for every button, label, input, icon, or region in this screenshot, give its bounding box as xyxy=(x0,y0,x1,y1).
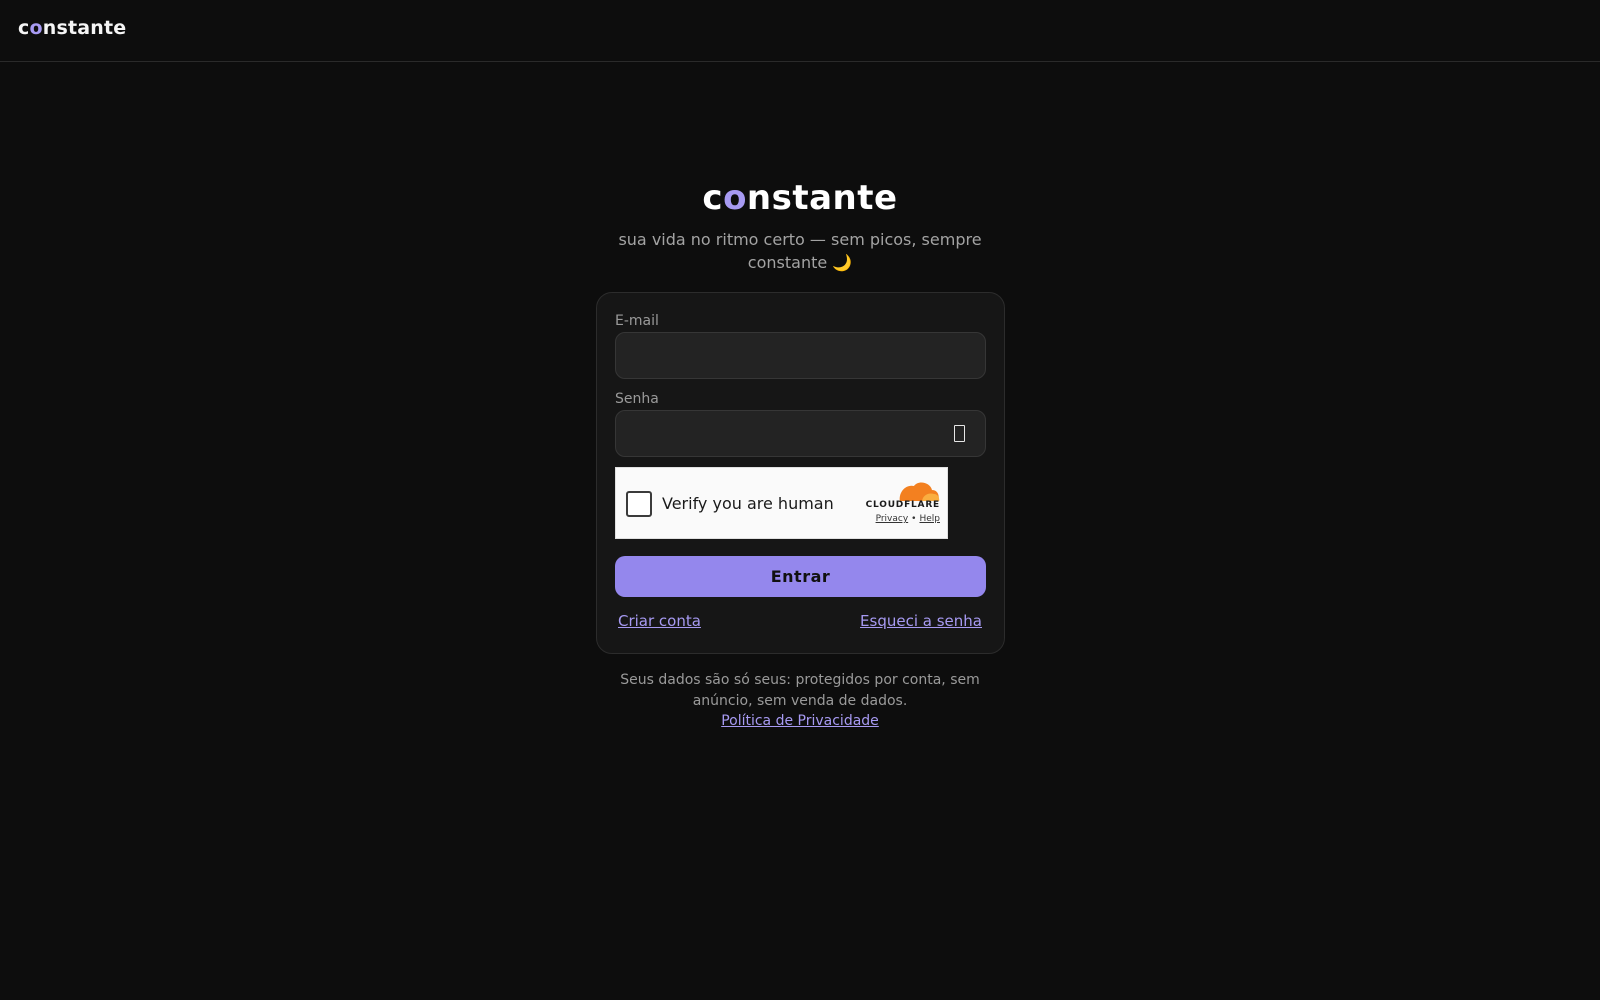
email-label: E-mail xyxy=(615,313,659,329)
forgot-password-link[interactable]: Esqueci a senha xyxy=(860,612,982,630)
brand-prefix: c xyxy=(18,17,30,39)
tagline: sua vida no ritmo certo — sem picos, sem… xyxy=(618,230,982,272)
privacy-link-row: Política de Privacidade xyxy=(600,713,1000,729)
show-password-toggle[interactable] xyxy=(948,420,970,446)
top-bar: constante xyxy=(0,0,1600,62)
captcha-checkbox[interactable] xyxy=(626,491,652,517)
login-card: E-mail Senha Verify you are human CLOUDF… xyxy=(596,292,1005,654)
captcha-links: Privacy • Help xyxy=(836,514,940,524)
email-field[interactable] xyxy=(615,332,986,379)
brand-suffix: nstante xyxy=(42,17,127,39)
privacy-note: Seus dados são só seus: protegidos por c… xyxy=(620,672,980,709)
page-title: constante xyxy=(0,178,1600,218)
privacy-policy-link[interactable]: Política de Privacidade xyxy=(721,713,879,729)
captcha-help-link[interactable]: Help xyxy=(919,514,940,524)
title-suffix: nstante xyxy=(746,178,898,218)
create-account-link[interactable]: Criar conta xyxy=(618,612,701,630)
submit-button[interactable]: Entrar xyxy=(615,556,986,597)
title-accent-letter: o xyxy=(723,178,747,218)
brand-accent-letter: o xyxy=(29,17,43,39)
brand-logo[interactable]: constante xyxy=(18,17,126,39)
captcha-label: Verify you are human xyxy=(662,494,834,513)
captcha-widget: Verify you are human CLOUDFLARE Privacy •… xyxy=(615,467,948,539)
eye-icon xyxy=(953,424,965,442)
title-prefix: c xyxy=(702,178,724,218)
captcha-link-separator: • xyxy=(911,514,917,524)
password-field[interactable] xyxy=(615,410,986,457)
captcha-privacy-link[interactable]: Privacy xyxy=(876,514,909,524)
cloudflare-wordmark: CLOUDFLARE xyxy=(865,500,940,510)
password-label: Senha xyxy=(615,391,659,407)
